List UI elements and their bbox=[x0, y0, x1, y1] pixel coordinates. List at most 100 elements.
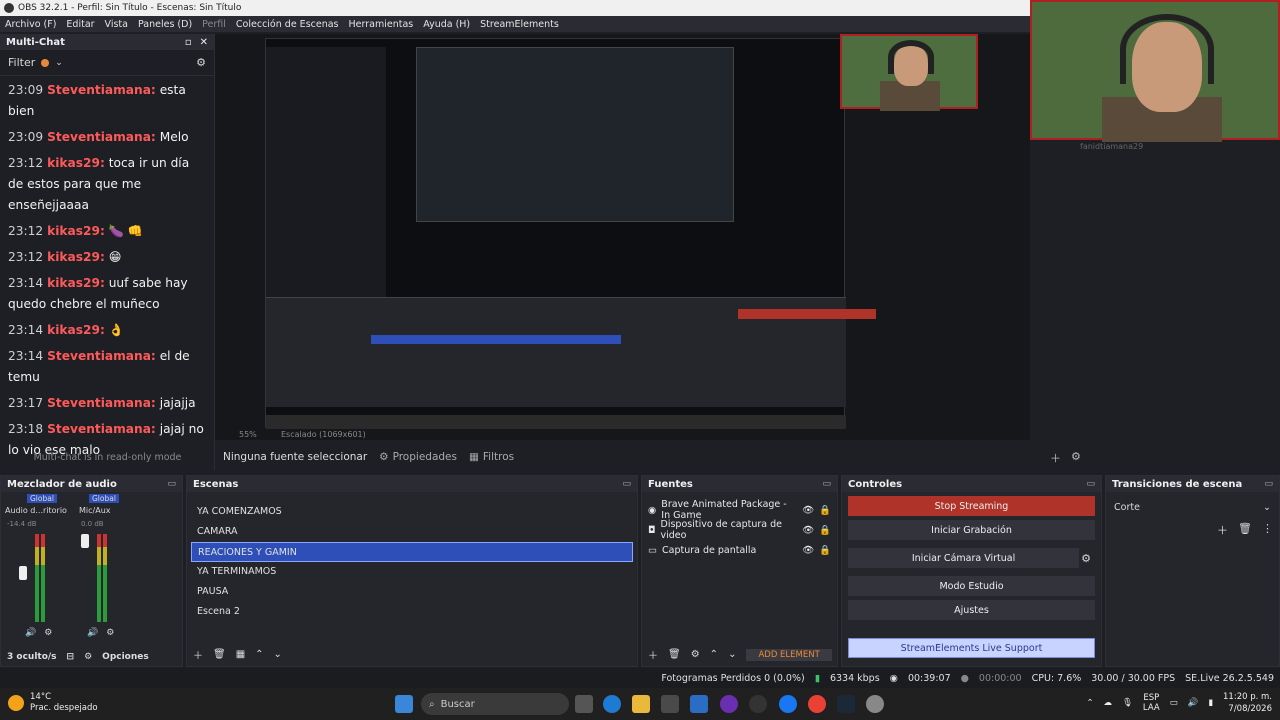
nested-stop-button bbox=[738, 309, 876, 319]
weather-widget[interactable]: 14°C Prac. despejado bbox=[8, 692, 98, 714]
arrow-down-icon[interactable]: ⌄ bbox=[274, 649, 282, 660]
gear-icon[interactable]: ⚙ bbox=[691, 649, 700, 660]
facebook-icon[interactable] bbox=[779, 695, 797, 713]
nested-obs-preview bbox=[265, 38, 876, 429]
arrow-down-icon[interactable]: ⌄ bbox=[728, 649, 736, 660]
lock-icon[interactable]: 🔒 bbox=[819, 505, 831, 516]
zoom-level[interactable]: 55% bbox=[239, 430, 257, 439]
eye-icon[interactable]: 👁 bbox=[802, 545, 814, 556]
steam-icon[interactable] bbox=[837, 695, 855, 713]
layout-icon[interactable]: ⊟ bbox=[67, 652, 75, 662]
menu-streamelements[interactable]: StreamElements bbox=[475, 19, 564, 30]
outlook-icon[interactable] bbox=[690, 695, 708, 713]
arrow-up-icon[interactable]: ⌃ bbox=[710, 649, 718, 660]
settings-button[interactable]: Ajustes bbox=[848, 600, 1095, 620]
menu-herramientas[interactable]: Herramientas bbox=[344, 19, 419, 30]
scene-item[interactable]: YA TERMINAMOS bbox=[191, 562, 633, 582]
dock-menu-icon[interactable]: ▭ bbox=[1086, 479, 1095, 489]
lock-icon[interactable]: 🔒 bbox=[819, 525, 831, 536]
more-icon[interactable]: ⋮ bbox=[1262, 522, 1273, 538]
source-item[interactable]: ◘ Dispositivo de captura de video 👁 🔒 bbox=[642, 519, 837, 541]
menu-ayuda[interactable]: Ayuda (H) bbox=[418, 19, 475, 30]
edge-icon[interactable] bbox=[603, 695, 621, 713]
scene-item[interactable]: Escena 2 bbox=[191, 602, 633, 622]
menu-vista[interactable]: Vista bbox=[100, 19, 133, 30]
settings-icon[interactable]: ⚙ bbox=[106, 628, 114, 638]
obs-taskbar-icon[interactable] bbox=[720, 695, 738, 713]
taskbar-search[interactable]: ⌕ Buscar bbox=[421, 693, 569, 715]
virtual-camera-button[interactable]: Iniciar Cámara Virtual bbox=[848, 548, 1080, 568]
scene-item[interactable]: CAMARA bbox=[191, 522, 633, 542]
windows-start-icon[interactable] bbox=[395, 695, 413, 713]
advanced-icon[interactable]: ⚙ bbox=[84, 652, 92, 662]
chevron-down-icon[interactable]: ⌄ bbox=[55, 58, 63, 68]
volume-slider[interactable] bbox=[81, 534, 89, 548]
volume-icon[interactable]: 🔊 bbox=[1188, 698, 1199, 708]
source-item[interactable]: ◉ Brave Animated Package - In Game 👁 🔒 bbox=[642, 499, 837, 521]
menu-archivo[interactable]: Archivo (F) bbox=[0, 19, 61, 30]
transition-select[interactable]: Corte ⌄ bbox=[1110, 498, 1275, 516]
trash-icon[interactable]: 🗑 bbox=[213, 649, 226, 660]
app-icon[interactable] bbox=[866, 695, 884, 713]
dock-menu-icon[interactable]: ▭ bbox=[822, 479, 831, 489]
mic-icon[interactable]: 🎙 bbox=[1122, 698, 1133, 708]
scene-item[interactable]: YA COMENZAMOS bbox=[191, 502, 633, 522]
source-item[interactable]: ▭ Captura de pantalla 👁 🔒 bbox=[642, 540, 837, 560]
dock-menu-icon[interactable]: ▭ bbox=[167, 479, 176, 489]
add-icon[interactable]: ＋ bbox=[1217, 522, 1228, 538]
float-icon[interactable]: ▫ bbox=[185, 37, 192, 48]
store-icon[interactable] bbox=[661, 695, 679, 713]
properties-button[interactable]: ⚙ Propiedades bbox=[379, 451, 457, 463]
speaker-icon[interactable]: 🔊 bbox=[25, 628, 36, 638]
lang-layout[interactable]: LAA bbox=[1143, 703, 1160, 713]
menu-perfil[interactable]: Perfil bbox=[197, 19, 231, 30]
gear-icon[interactable]: ⚙ bbox=[196, 56, 206, 69]
menu-paneles[interactable]: Paneles (D) bbox=[133, 19, 197, 30]
hidden-count[interactable]: 3 oculto/s bbox=[7, 652, 57, 662]
close-icon[interactable]: ✕ bbox=[200, 37, 208, 48]
channel-name[interactable]: Mic/Aux bbox=[79, 506, 111, 515]
dock-menu-icon[interactable]: ▭ bbox=[622, 479, 631, 489]
add-element-button[interactable]: ADD ELEMENT bbox=[746, 648, 832, 661]
add-icon[interactable]: ＋ bbox=[1050, 450, 1061, 466]
obs-active-icon[interactable] bbox=[749, 695, 767, 713]
dock-menu-icon[interactable]: ▭ bbox=[1264, 479, 1273, 489]
preview-tools: ＋ ⚙ bbox=[1050, 450, 1081, 466]
menu-coleccion-escenas[interactable]: Colección de Escenas bbox=[231, 19, 344, 30]
add-icon[interactable]: ＋ bbox=[193, 647, 203, 662]
studio-mode-button[interactable]: Modo Estudio bbox=[848, 576, 1095, 596]
scene-item[interactable]: PAUSA bbox=[191, 582, 633, 602]
scene-item-selected[interactable]: REACIONES Y GAMIN bbox=[191, 542, 633, 562]
file-explorer-icon[interactable] bbox=[632, 695, 650, 713]
channel-name[interactable]: Audio d...ritorio bbox=[5, 506, 67, 515]
options-button[interactable]: Opciones bbox=[102, 652, 149, 662]
filter-bar[interactable]: Filter ⌄ ⚙ bbox=[0, 50, 214, 76]
trash-icon[interactable]: 🗑 bbox=[1238, 522, 1252, 538]
menu-editar[interactable]: Editar bbox=[61, 19, 99, 30]
cloud-icon[interactable]: ☁ bbox=[1104, 698, 1113, 708]
gear-icon[interactable]: ⚙ bbox=[1071, 450, 1081, 466]
add-icon[interactable]: ＋ bbox=[648, 647, 658, 662]
start-recording-button[interactable]: Iniciar Grabación bbox=[848, 520, 1095, 540]
lock-icon[interactable]: 🔒 bbox=[819, 545, 831, 556]
chevron-up-icon[interactable]: ⌃ bbox=[1086, 698, 1093, 708]
filters-button[interactable]: ▦ Filtros bbox=[469, 451, 514, 463]
eye-icon[interactable]: 👁 bbox=[802, 525, 814, 536]
settings-icon[interactable]: ⚙ bbox=[44, 628, 52, 638]
taskbar-clock[interactable]: 11:20 p. m. 7/08/2026 bbox=[1223, 691, 1272, 715]
streamelements-support-button[interactable]: StreamElements Live Support bbox=[848, 638, 1095, 658]
resolution-label[interactable]: Escalado (1069x601) bbox=[281, 430, 366, 439]
arrow-up-icon[interactable]: ⌃ bbox=[255, 649, 263, 660]
volume-slider[interactable] bbox=[19, 566, 27, 580]
filter-icon[interactable]: ▦ bbox=[236, 649, 245, 660]
trash-icon[interactable]: 🗑 bbox=[668, 649, 681, 660]
stop-streaming-button[interactable]: Stop Streaming bbox=[848, 496, 1095, 516]
eye-icon[interactable]: 👁 bbox=[802, 505, 814, 516]
chrome-icon[interactable] bbox=[808, 695, 826, 713]
task-view-icon[interactable] bbox=[575, 695, 593, 713]
gear-icon[interactable]: ⚙ bbox=[1081, 552, 1091, 565]
lang-code[interactable]: ESP bbox=[1143, 693, 1159, 703]
battery-icon[interactable]: ▮ bbox=[1208, 698, 1213, 708]
network-icon[interactable]: ▭ bbox=[1170, 698, 1178, 708]
speaker-icon[interactable]: 🔊 bbox=[87, 628, 98, 638]
